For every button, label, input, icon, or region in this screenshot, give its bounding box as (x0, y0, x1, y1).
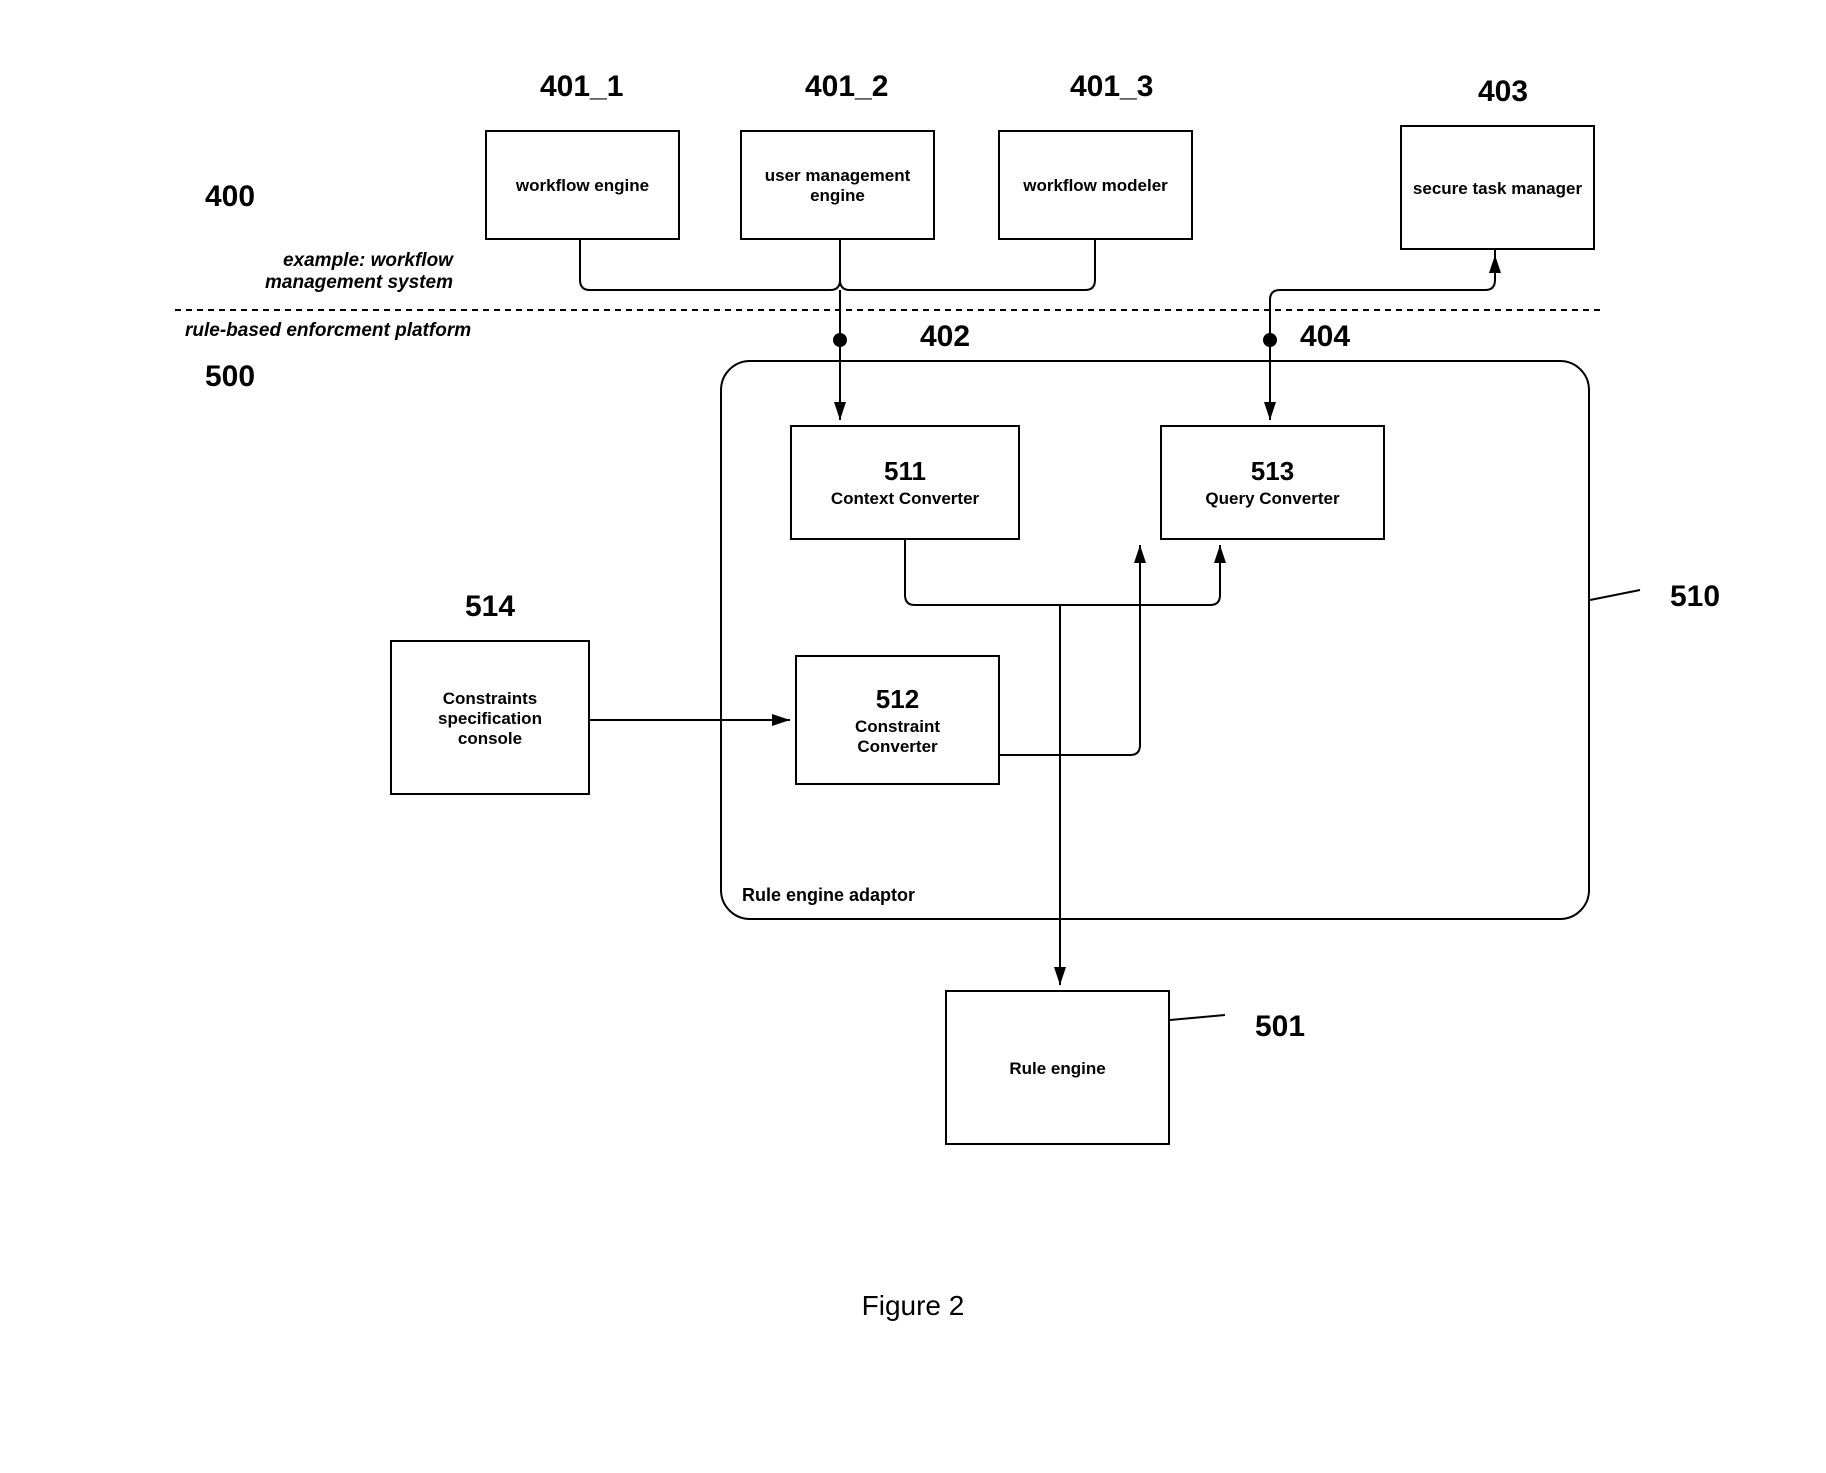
box-constraints-console: Constraints specification console (390, 640, 590, 795)
box-workflow-modeler: workflow modeler (998, 130, 1193, 240)
box-workflow-engine: workflow engine (485, 130, 680, 240)
box-rule-engine: Rule engine (945, 990, 1170, 1145)
rule-engine-text: Rule engine (1009, 1059, 1105, 1079)
rule-engine-adaptor-label: Rule engine adaptor (742, 885, 915, 906)
box-secure-task-manager: secure task manager (1400, 125, 1595, 250)
constraint-converter-text: Constraint Converter (855, 717, 940, 757)
label-401-3: 401_3 (1070, 70, 1153, 104)
label-514: 514 (465, 590, 515, 624)
workflow-engine-text: workflow engine (516, 176, 649, 196)
box-constraint-converter: 512 Constraint Converter (795, 655, 1000, 785)
section-label-bottom: rule-based enforcment platform (185, 320, 471, 342)
section-label-top: example: workflow management system (265, 250, 453, 294)
label-404: 404 (1300, 320, 1350, 354)
label-400: 400 (205, 180, 255, 214)
label-500: 500 (205, 360, 255, 394)
label-501: 501 (1255, 1010, 1305, 1044)
constraints-console-text: Constraints specification console (438, 689, 542, 749)
query-converter-text: Query Converter (1205, 489, 1339, 509)
label-401-2: 401_2 (805, 70, 888, 104)
figure-label: Figure 2 (862, 1290, 965, 1322)
context-converter-text: Context Converter (831, 489, 979, 509)
secure-task-mgr-text: secure task manager (1413, 179, 1582, 199)
label-403: 403 (1478, 75, 1528, 109)
box-query-converter: 513 Query Converter (1160, 425, 1385, 540)
label-510: 510 (1670, 580, 1720, 614)
box-user-management-engine: user management engine (740, 130, 935, 240)
workflow-modeler-text: workflow modeler (1023, 176, 1168, 196)
context-converter-num: 511 (884, 456, 926, 487)
query-converter-num: 513 (1251, 456, 1294, 487)
label-401-1: 401_1 (540, 70, 623, 104)
label-402: 402 (920, 320, 970, 354)
box-context-converter: 511 Context Converter (790, 425, 1020, 540)
user-mgmt-text: user management engine (765, 166, 911, 206)
constraint-converter-num: 512 (876, 684, 919, 715)
